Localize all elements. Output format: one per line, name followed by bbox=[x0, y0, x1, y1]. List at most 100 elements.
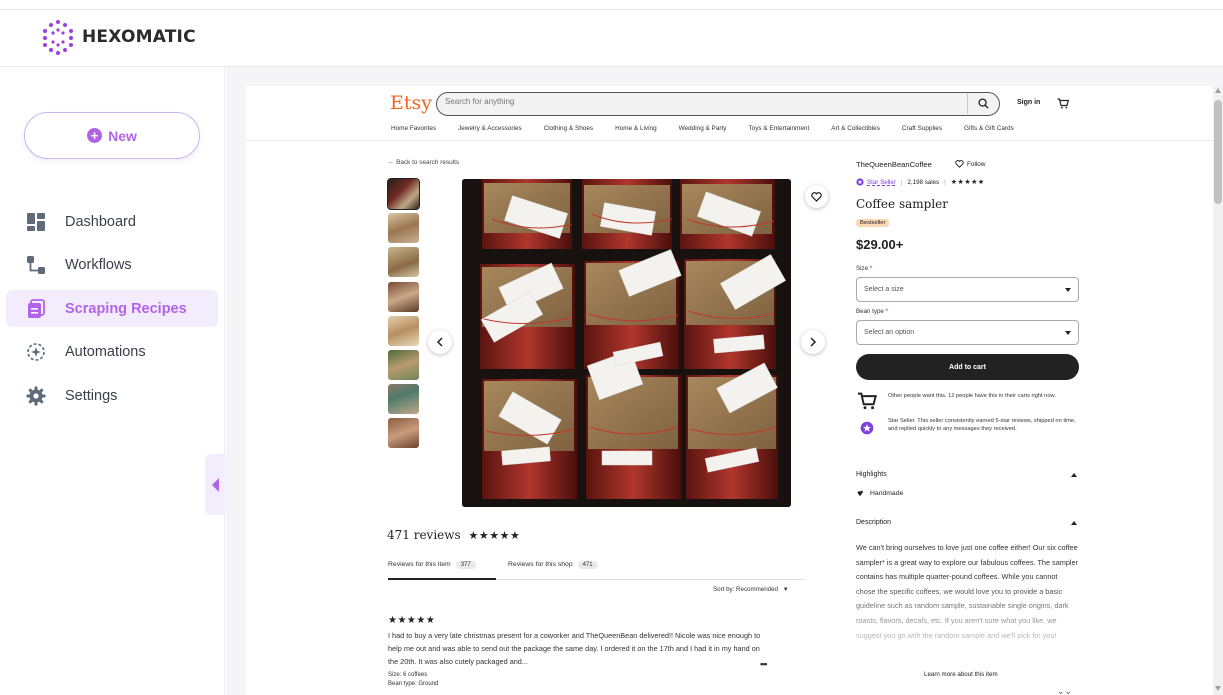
sidebar-collapse-toggle[interactable] bbox=[205, 454, 225, 515]
bean-type-select-value: Select an option bbox=[864, 329, 915, 336]
product-price: $29.00+ bbox=[856, 237, 904, 252]
sidebar-nav: Dashboard Workflows Scraping Recipes Aut… bbox=[6, 203, 218, 421]
thumbnail-strip bbox=[387, 178, 420, 453]
category-link[interactable]: Gifts & Gift Cards bbox=[964, 125, 1014, 132]
separator: | bbox=[900, 178, 903, 186]
star-seller-badge[interactable]: Star Seller bbox=[867, 179, 896, 186]
description-heading: Description bbox=[856, 519, 892, 526]
review-rating: ★★★★★ bbox=[388, 615, 436, 626]
tab-reviews-for-item[interactable]: Reviews for this item 377 bbox=[388, 561, 476, 569]
sidebar-item-settings[interactable]: Settings bbox=[6, 377, 218, 414]
dashboard-icon bbox=[25, 211, 47, 233]
category-link[interactable]: Wedding & Party bbox=[679, 125, 727, 132]
sidebar-item-label: Workflows bbox=[65, 257, 132, 273]
reviews-count: 471 reviews bbox=[387, 528, 461, 542]
sidebar-item-automations[interactable]: Automations bbox=[6, 334, 218, 371]
review-text: I had to buy a very late christmas prese… bbox=[388, 631, 761, 666]
tab-count: 377 bbox=[455, 561, 476, 569]
add-to-cart-button[interactable]: Add to cart bbox=[856, 354, 1079, 380]
tab-label: Reviews for this shop bbox=[508, 561, 573, 568]
sidebar-item-label: Settings bbox=[65, 387, 118, 404]
new-button[interactable]: + New bbox=[24, 112, 200, 159]
coffee-bags-photo bbox=[462, 179, 791, 507]
category-link[interactable]: Jewelry & Accessories bbox=[458, 125, 522, 132]
required-marker: * bbox=[868, 265, 873, 272]
sidebar-item-label: Automations bbox=[65, 344, 146, 360]
favorite-button[interactable] bbox=[805, 185, 828, 208]
gear-icon bbox=[25, 385, 47, 407]
description-fade bbox=[852, 576, 1082, 666]
star-seller-icon bbox=[856, 417, 878, 435]
next-image-button[interactable] bbox=[801, 330, 825, 354]
product-main-image[interactable] bbox=[462, 179, 791, 507]
product-thumbnail[interactable] bbox=[387, 178, 420, 210]
category-link[interactable]: Clothing & Shoes bbox=[544, 125, 593, 132]
tab-count: 471 bbox=[577, 561, 598, 569]
description-toggle[interactable]: Description bbox=[856, 519, 1077, 526]
size-label: Size * bbox=[856, 265, 872, 272]
shop-rating-stars: ★★★★★ bbox=[950, 179, 985, 186]
review-bean-type: Bean type: Ground bbox=[388, 680, 439, 687]
size-label-text: Size bbox=[856, 265, 869, 272]
category-link[interactable]: Craft Supplies bbox=[902, 125, 942, 132]
tab-reviews-for-shop[interactable]: Reviews for this shop 471 bbox=[508, 561, 598, 569]
size-select[interactable]: Select a size bbox=[856, 277, 1079, 302]
star-seller-notice: Star Seller. This seller consistently ea… bbox=[856, 417, 1078, 435]
bean-type-select[interactable]: Select an option bbox=[856, 320, 1079, 345]
product-thumbnail[interactable] bbox=[388, 418, 419, 449]
plus-icon: + bbox=[87, 128, 103, 143]
review-meta: Size: 6 coffees Bean type: Ground bbox=[388, 671, 438, 688]
category-link[interactable]: Art & Collectibles bbox=[831, 125, 880, 132]
window-top-border bbox=[0, 0, 1223, 10]
scraped-page-preview: Etsy Sign in Home Favorites Jewelry & Ac… bbox=[246, 86, 1223, 695]
category-nav: Home Favorites Jewelry & Accessories Clo… bbox=[391, 125, 1091, 132]
follow-button[interactable]: Follow bbox=[955, 160, 985, 168]
product-thumbnail[interactable] bbox=[388, 349, 419, 380]
search-button[interactable] bbox=[967, 93, 999, 114]
cart-icon[interactable] bbox=[1057, 96, 1070, 114]
workflows-icon bbox=[25, 254, 47, 276]
reviews-heading: 471 reviews ★★★★★ bbox=[387, 528, 520, 542]
search-input[interactable] bbox=[445, 97, 965, 106]
in-carts-notice: Other people want this. 12 people have t… bbox=[856, 392, 1078, 410]
sidebar-item-dashboard[interactable]: Dashboard bbox=[6, 203, 218, 240]
new-button-label: New bbox=[108, 127, 137, 144]
hexomatic-logo[interactable]: HEXOMATIC bbox=[40, 19, 196, 55]
category-link[interactable]: Home Favorites bbox=[391, 125, 436, 132]
star-seller-text: Star Seller. This seller consistently ea… bbox=[888, 418, 1076, 433]
scrollbar[interactable] bbox=[1213, 86, 1223, 695]
product-thumbnail[interactable] bbox=[388, 315, 419, 346]
scroll-down-arrow[interactable] bbox=[1215, 686, 1221, 691]
divider bbox=[246, 140, 1213, 141]
product-thumbnail[interactable] bbox=[388, 281, 419, 312]
shop-name-link[interactable]: TheQueenBeanCoffee bbox=[856, 160, 932, 169]
scroll-up-arrow[interactable] bbox=[1215, 88, 1221, 93]
previous-image-button[interactable] bbox=[428, 330, 452, 354]
sort-dropdown[interactable]: Sort by: Recommended ▼ bbox=[713, 586, 789, 593]
sidebar-item-scraping-recipes[interactable]: Scraping Recipes bbox=[6, 290, 218, 327]
product-thumbnail[interactable] bbox=[388, 247, 419, 278]
product-thumbnail[interactable] bbox=[388, 213, 419, 244]
sign-in-link[interactable]: Sign in bbox=[1017, 99, 1040, 106]
etsy-logo[interactable]: Etsy bbox=[390, 92, 432, 114]
bean-type-label: Bean type * bbox=[856, 308, 888, 315]
back-to-search-link[interactable]: ← Back to search results bbox=[388, 159, 459, 166]
sidebar-item-workflows[interactable]: Workflows bbox=[6, 247, 218, 284]
scrollbar-thumb[interactable] bbox=[1214, 100, 1222, 204]
in-carts-text: Other people want this. 12 people have t… bbox=[888, 393, 1056, 399]
chevron-down-icon: ▼ bbox=[782, 587, 789, 593]
chevron-left-icon bbox=[211, 477, 219, 492]
rating-stars: ★★★★★ bbox=[468, 529, 521, 542]
more-options-icon[interactable]: ••• bbox=[760, 659, 768, 669]
chevron-down-icon bbox=[1065, 331, 1071, 335]
chevron-down-icon[interactable]: ⌄⌄ bbox=[1057, 686, 1072, 695]
product-thumbnail[interactable] bbox=[388, 384, 419, 415]
category-link[interactable]: Toys & Entertainment bbox=[748, 125, 809, 132]
highlights-toggle[interactable]: Highlights bbox=[856, 471, 1077, 478]
category-link[interactable]: Home & Living bbox=[615, 125, 657, 132]
learn-more-link[interactable]: Learn more about this item bbox=[924, 671, 998, 678]
active-tab-indicator bbox=[388, 578, 496, 580]
sidebar-item-label: Dashboard bbox=[65, 213, 136, 230]
hexomatic-logo-icon bbox=[43, 20, 73, 55]
seller-stats: Star Seller | 2,198 sales | ★★★★★ bbox=[856, 178, 985, 186]
